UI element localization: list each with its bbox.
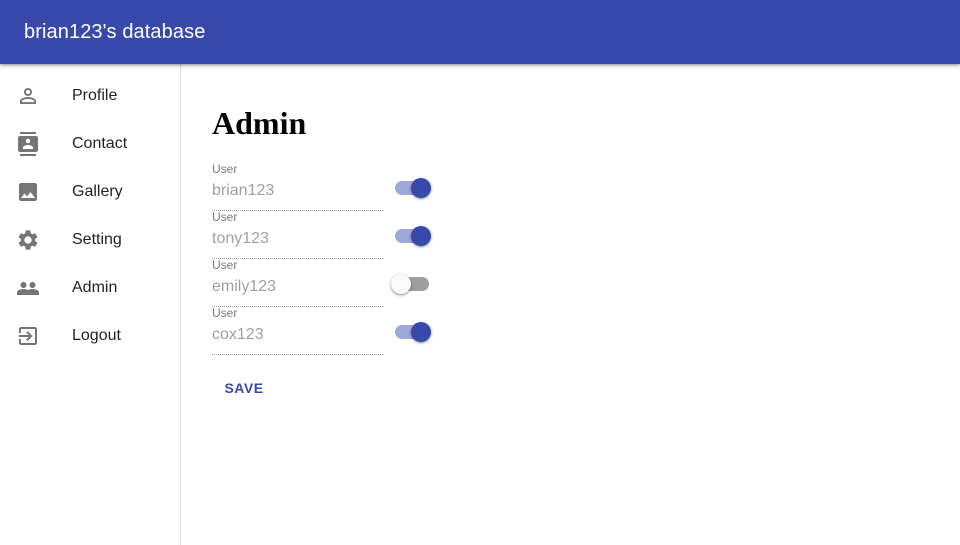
user-input[interactable]: [212, 180, 382, 202]
user-field: User: [212, 210, 383, 259]
image-icon: [16, 180, 40, 204]
sidebar: Profile Contact Gallery Setting Admin Lo…: [0, 64, 181, 545]
user-toggle[interactable]: [395, 226, 431, 246]
user-field: User: [212, 306, 383, 355]
sidebar-item-gallery[interactable]: Gallery: [0, 168, 180, 216]
sidebar-item-setting[interactable]: Setting: [0, 216, 180, 264]
user-input[interactable]: [212, 324, 382, 346]
user-row: User: [212, 306, 442, 355]
sidebar-item-label: Contact: [72, 135, 128, 152]
sidebar-item-contact[interactable]: Contact: [0, 120, 180, 168]
person-icon: [16, 84, 40, 108]
user-toggle[interactable]: [391, 274, 431, 294]
gear-icon: [16, 228, 40, 252]
sidebar-item-admin[interactable]: Admin: [0, 264, 180, 312]
save-button[interactable]: SAVE: [212, 370, 276, 406]
toggle-thumb: [411, 178, 431, 198]
contact-card-icon: [16, 132, 40, 156]
user-field-label: User: [212, 210, 238, 224]
user-row: User: [212, 210, 442, 259]
toggle-thumb: [411, 226, 431, 246]
user-field: User: [212, 162, 383, 211]
sidebar-item-label: Setting: [72, 231, 122, 248]
app-bar: brian123's database: [0, 0, 960, 64]
sidebar-item-label: Profile: [72, 87, 118, 104]
page-title: Admin: [212, 105, 307, 141]
main-content: Admin User User User Us: [181, 64, 960, 545]
user-toggle[interactable]: [395, 322, 431, 342]
user-field-label: User: [212, 306, 238, 320]
user-field-label: User: [212, 162, 238, 176]
user-toggle[interactable]: [395, 178, 431, 198]
user-field: User: [212, 258, 383, 307]
group-icon: [16, 276, 40, 300]
sidebar-item-label: Admin: [72, 279, 118, 296]
toggle-thumb: [391, 274, 411, 294]
sidebar-item-label: Logout: [72, 327, 121, 344]
sidebar-item-label: Gallery: [72, 183, 123, 200]
user-field-label: User: [212, 258, 238, 272]
user-row: User: [212, 162, 442, 211]
logout-icon: [16, 324, 40, 348]
user-row: User: [212, 258, 442, 307]
sidebar-item-profile[interactable]: Profile: [0, 72, 180, 120]
app-title: brian123's database: [24, 21, 206, 43]
user-input[interactable]: [212, 276, 382, 298]
toggle-thumb: [411, 322, 431, 342]
sidebar-item-logout[interactable]: Logout: [0, 312, 180, 360]
user-input[interactable]: [212, 228, 382, 250]
